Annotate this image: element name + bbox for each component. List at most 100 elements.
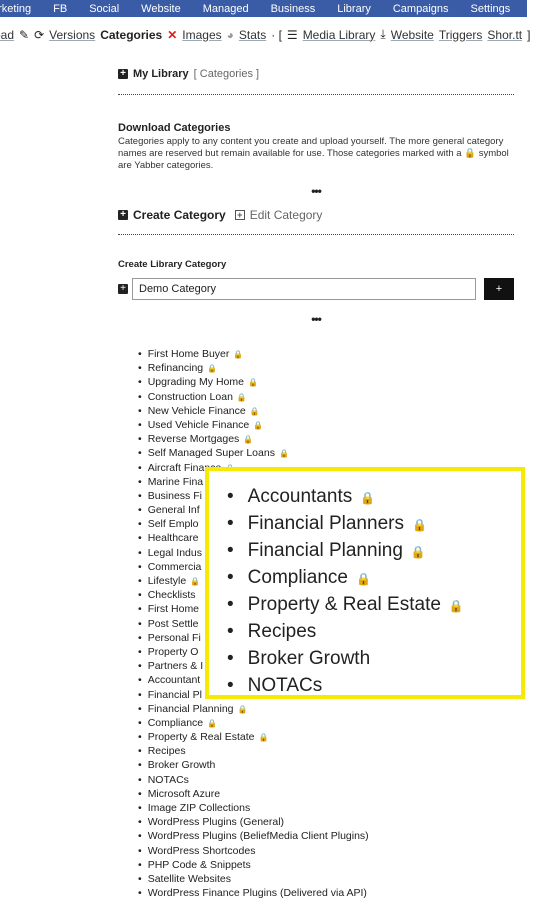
list-item[interactable]: NOTACs [227,672,521,699]
category-name: WordPress Plugins (BeliefMedia Client Pl… [147,830,369,843]
nav-item[interactable]: arketing [0,3,31,15]
list-item[interactable]: WordPress Shortcodes [138,844,369,858]
list-item[interactable]: Recipes [138,744,369,758]
list-item[interactable]: New Vehicle Finance🔒 [138,404,369,418]
category-name: Microsoft Azure [147,787,221,800]
list-item[interactable]: Recipes [227,618,521,645]
close-icon[interactable]: ✕ [167,28,177,42]
lock-icon: 🔒 [448,599,464,613]
category-name: NOTACs [147,773,189,786]
category-name: Lifestyle [147,575,187,587]
lock-icon: 🔒 [243,435,254,445]
list-item[interactable]: Property & Real Estate🔒 [227,591,521,618]
category-name: PHP Code & Snippets [147,858,251,871]
category-name: Personal Fi [147,631,201,644]
list-item[interactable]: Accountants 🔒 [227,483,521,510]
website-link[interactable]: Website [391,28,434,42]
heading-text: My Library [133,68,189,80]
category-name: Refinancing [147,362,204,375]
nav-item[interactable]: Campaigns [393,3,449,15]
category-name: Commercia [147,560,202,573]
lock-icon: 🔒 [355,572,371,586]
plus-square-icon: + [118,69,128,79]
separator: · [ [271,27,282,42]
nav-item[interactable]: Social [89,3,119,15]
list-item[interactable]: Financial Planners 🔒 [227,510,521,537]
list-item[interactable]: Refinancing🔒 [138,361,369,375]
ellipsis: ••• [311,184,322,198]
category-name: Partners & I [147,660,204,673]
list-item[interactable]: Financial Planning🔒 [138,702,369,716]
lock-icon: 🔒 [249,406,260,416]
tab-create-category[interactable]: Create Category [133,208,226,222]
lock-icon: 🔒 [236,392,247,402]
category-name: Financial Planning [147,702,234,715]
category-name: Satellite Websites [147,872,231,885]
category-name: Accountants [247,486,353,507]
add-category-button[interactable]: + [484,278,514,300]
lock-icon: 🔒 [411,518,427,532]
category-name: First Home Buyer [147,348,230,360]
nav-item[interactable]: FB [53,3,67,15]
pie-chart-icon: ◕ [226,27,234,42]
lock-icon: 🔒 [207,718,218,728]
list-item[interactable]: Reverse Mortgages🔒 [138,432,369,446]
list-item[interactable]: First Home Buyer🔒 [138,347,369,361]
list-item[interactable]: WordPress Finance Plugins (Delivered via… [138,886,369,900]
list-item[interactable]: Compliance🔒 [227,564,521,591]
nav-item[interactable]: Settings [471,3,511,15]
my-library-heading[interactable]: + My Library [ Categories ] [118,68,514,80]
categories-link[interactable]: Categories [100,28,162,42]
ellipsis: ••• [311,312,322,326]
category-name: Healthcare [147,532,199,545]
category-name: New Vehicle Finance [147,404,246,417]
list-item[interactable]: Broker Growth [227,645,521,672]
list-item[interactable]: Broker Growth [138,758,369,772]
stats-link[interactable]: Stats [239,28,266,42]
category-name: Business Fi [147,489,202,502]
list-item[interactable]: Image ZIP Collections [138,801,369,815]
list-item[interactable]: WordPress Plugins (General) [138,815,369,829]
category-name: Financial Planners [247,513,404,534]
category-name: Accountant [147,674,201,687]
download-description: Categories apply to any content you crea… [118,136,509,171]
nav-item[interactable]: Library [337,3,371,15]
category-name-input[interactable]: Demo Category [132,278,476,300]
nav-item[interactable]: Business [271,3,316,15]
lock-icon: 🔒 [207,364,218,374]
list-item[interactable]: Used Vehicle Finance🔒 [138,418,369,432]
refresh-icon[interactable]: ⟳ [34,28,44,42]
edit-icon[interactable]: ✎ [19,28,29,42]
list-item[interactable]: NOTACs [138,773,369,787]
list-item[interactable]: Self Managed Super Loans🔒 [138,446,369,460]
list-item[interactable]: WordPress Plugins (BeliefMedia Client Pl… [138,829,369,843]
images-link[interactable]: Images [182,28,221,42]
list-item[interactable]: Financial Planning🔒 [227,537,521,564]
nav-item[interactable]: Managed [203,3,249,15]
category-name: Checklists [147,589,196,602]
triggers-link[interactable]: Triggers [439,28,483,42]
divider [118,94,514,95]
top-nav: arketing FB Social Website Managed Business Li… [0,0,527,17]
nav-item[interactable]: Website [141,3,181,15]
category-name: Recipes [147,745,186,758]
media-library-link[interactable]: Media Library [303,28,376,42]
upload-link[interactable]: oad [0,28,14,42]
category-name: Legal Indus [147,546,202,559]
list-item[interactable]: Upgrading My Home🔒 [138,375,369,389]
list-item[interactable]: Satellite Websites [138,872,369,886]
shortt-link[interactable]: Shor.tt [487,28,522,42]
form-label: Create Library Category [118,259,227,270]
list-item[interactable]: Compliance🔒 [138,716,369,730]
category-name: Post Settle [147,617,199,630]
list-item[interactable]: Construction Loan🔒 [138,390,369,404]
plus-square-outline-icon: + [234,210,245,220]
category-name: NOTACs [247,675,323,696]
lock-icon: 🔒 [190,577,201,586]
list-item[interactable]: Microsoft Azure [138,787,369,801]
lock-icon: 🔒 [360,491,376,505]
versions-link[interactable]: Versions [49,28,95,42]
tab-edit-category[interactable]: Edit Category [250,208,323,222]
list-item[interactable]: PHP Code & Snippets [138,858,369,872]
list-item[interactable]: Property & Real Estate🔒 [138,730,369,744]
